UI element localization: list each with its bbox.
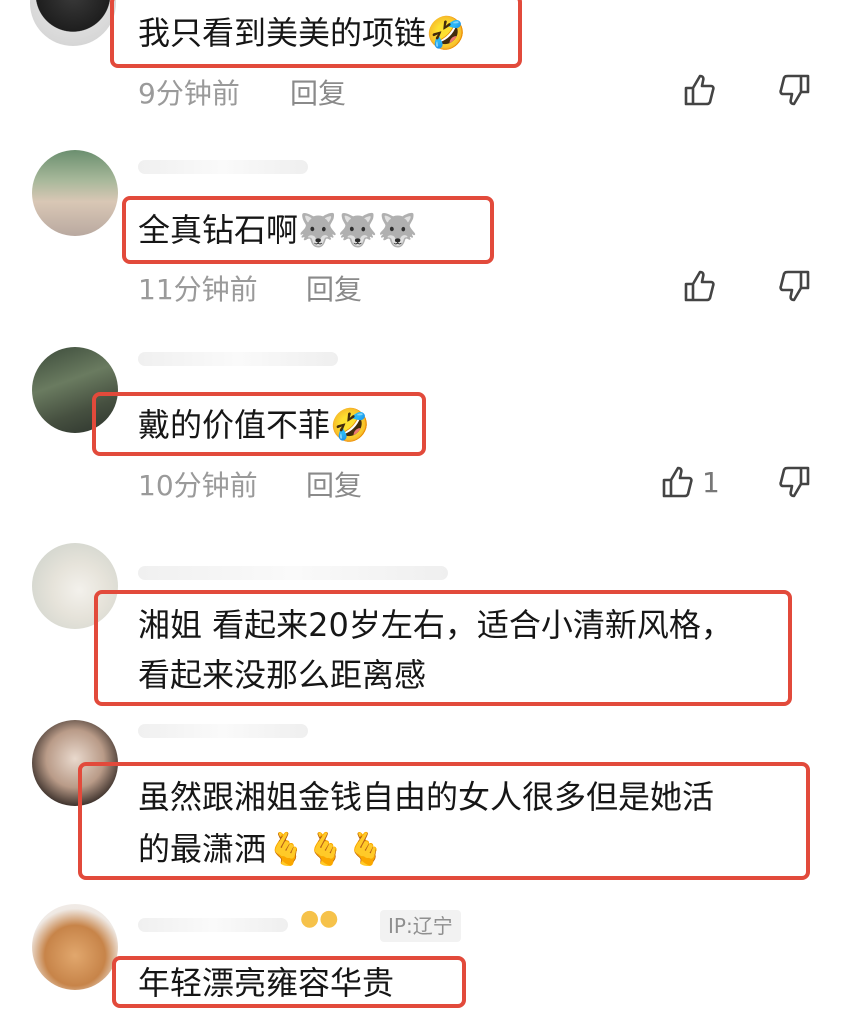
reply-button[interactable]: 回复 — [306, 464, 362, 504]
thumb-down-icon[interactable] — [776, 464, 812, 500]
comment-text-line2: 的最潇洒🫰🫰🫰 — [138, 830, 386, 868]
thumb-down-icon[interactable] — [776, 268, 812, 304]
comment-text: 我只看到美美的项链🤣 — [138, 14, 466, 52]
like-count: 1 — [702, 466, 720, 499]
thumb-up-icon[interactable] — [682, 268, 718, 304]
thumb-up-icon[interactable] — [660, 464, 696, 500]
comment-text: 年轻漂亮雍容华贵 — [138, 964, 395, 1002]
username-blur — [138, 724, 308, 738]
comment-text-line1: 虽然跟湘姐金钱自由的女人很多但是她活 — [138, 778, 715, 816]
comment-text: 戴的价值不菲🤣 — [138, 406, 370, 444]
comment-time: 11分钟前 — [138, 273, 258, 306]
reply-button[interactable]: 回复 — [306, 268, 362, 308]
comment-time: 10分钟前 — [138, 469, 258, 502]
comment-text: 全真钻石啊🐺🐺🐺 — [138, 211, 418, 249]
thumb-up-icon[interactable] — [682, 72, 718, 108]
username-blur — [138, 160, 308, 174]
comment-time: 9分钟前 — [138, 77, 240, 110]
thumb-down-icon[interactable] — [776, 72, 812, 108]
avatar[interactable] — [32, 904, 118, 990]
username-blur — [138, 352, 338, 366]
reply-button[interactable]: 回复 — [290, 72, 346, 112]
comment-text-line1: 湘姐 看起来20岁左右，适合小清新风格， — [138, 606, 733, 644]
username-blur — [138, 566, 448, 580]
username-blur — [138, 918, 288, 932]
ip-location-badge: IP:辽宁 — [380, 910, 461, 942]
comment-text-line2: 看起来没那么距离感 — [138, 656, 427, 694]
avatar[interactable] — [32, 150, 118, 236]
emoji-blur: ●● — [300, 906, 339, 931]
avatar[interactable] — [30, 0, 116, 46]
